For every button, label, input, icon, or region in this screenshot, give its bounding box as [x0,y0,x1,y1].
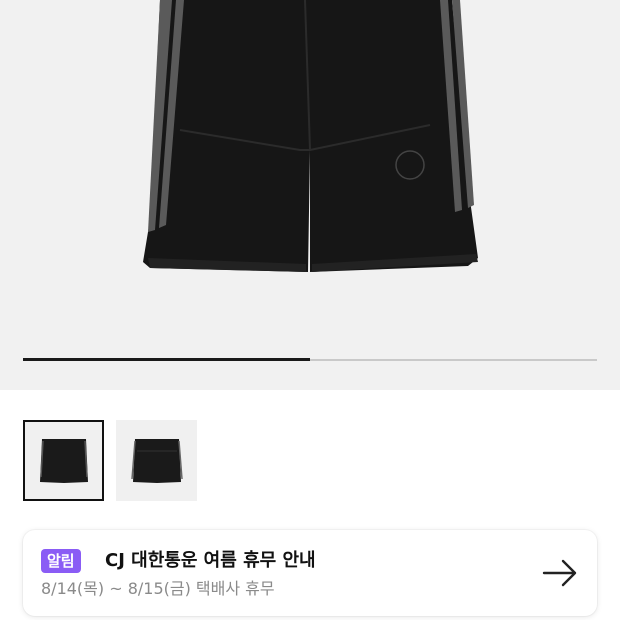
notice-badge: 알림 [41,549,81,573]
notice-subtitle: 8/14(목) ~ 8/15(금) 택배사 휴무 [41,579,275,598]
gallery-progress-bar [23,358,597,361]
arrow-right-icon[interactable] [541,554,579,592]
product-image [143,0,478,272]
thumbnail-back[interactable] [116,420,197,501]
thumbnail-front-image [39,438,88,483]
notice-title: CJ 대한통운 여름 휴무 안내 [105,550,316,571]
notice-banner[interactable]: 알림 CJ 대한통운 여름 휴무 안내 8/14(목) ~ 8/15(금) 택배… [23,530,597,616]
thumbnail-back-image [130,438,183,483]
gallery-progress-fill [23,358,310,361]
thumbnail-list [23,420,197,501]
product-image-gallery[interactable] [0,0,620,390]
thumbnail-front[interactable] [23,420,104,501]
